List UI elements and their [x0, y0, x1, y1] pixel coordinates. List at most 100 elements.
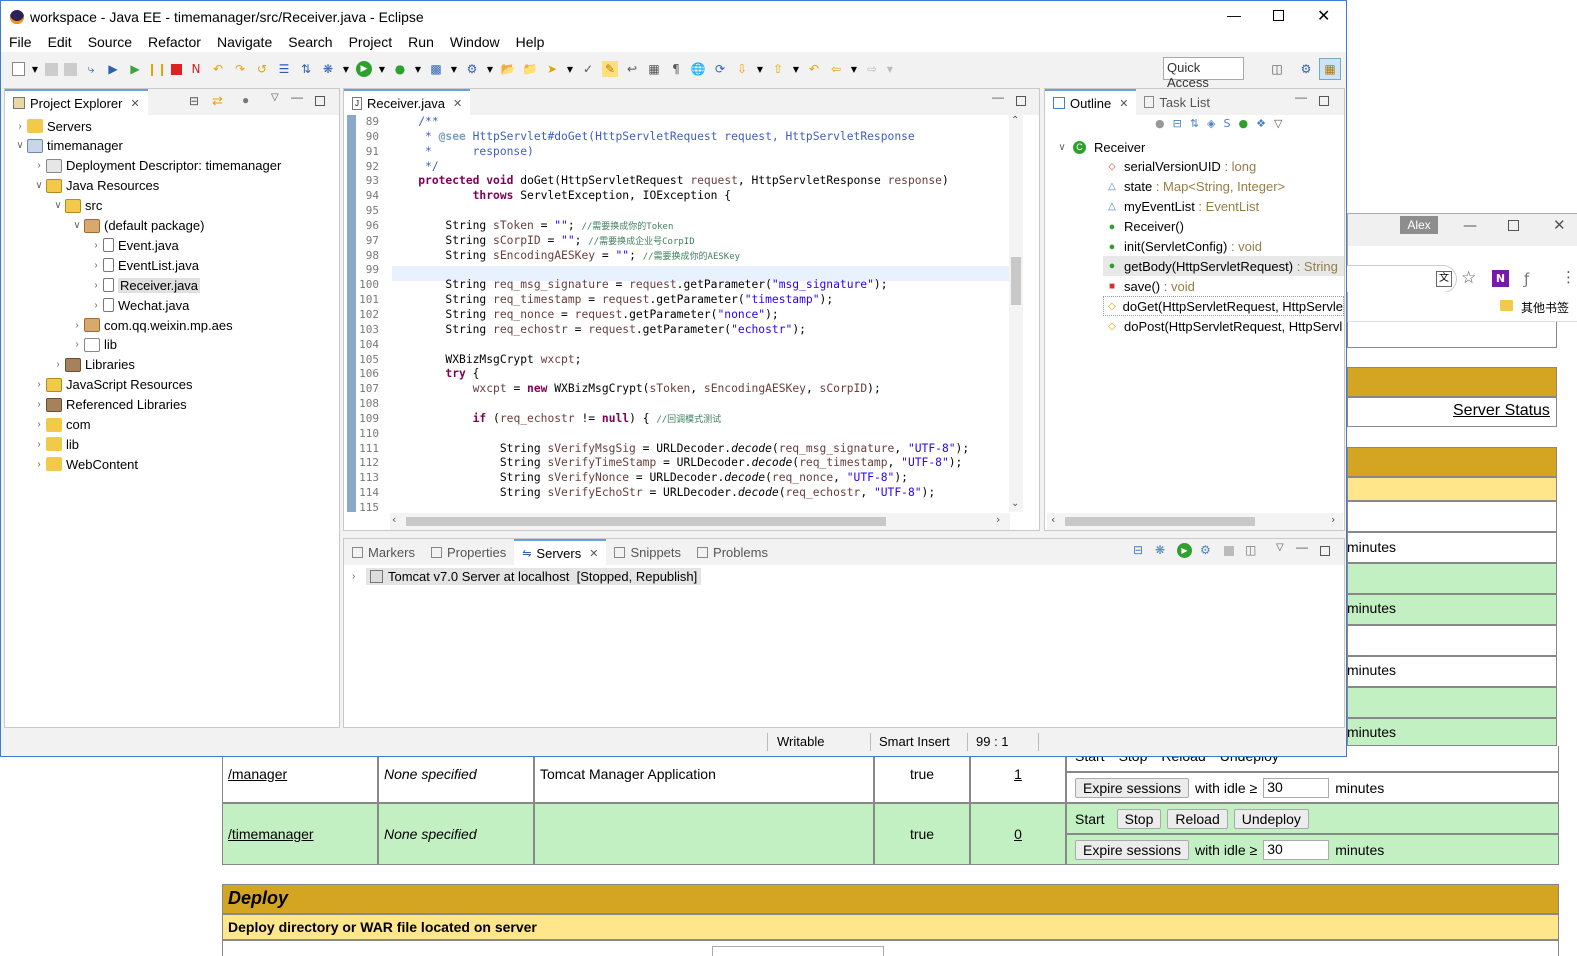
close-icon[interactable]: ✕	[589, 547, 598, 560]
minimize-icon[interactable]: —	[1295, 90, 1307, 104]
refresh-icon[interactable]: ⟳	[712, 61, 728, 77]
onenote-icon[interactable]: N	[1492, 270, 1509, 287]
view-menu-icon[interactable]: ▽	[1274, 117, 1282, 135]
expanded-icon[interactable]: ∨	[13, 140, 27, 151]
tab-outline[interactable]: Outline ✕	[1045, 89, 1137, 115]
minimize-icon[interactable]: —	[1227, 7, 1241, 23]
collapsed-icon[interactable]: ›	[32, 419, 46, 430]
sessions-link[interactable]: 1	[1014, 766, 1022, 782]
tree-item[interactable]: › com	[32, 415, 90, 435]
tree-item[interactable]: › Wechat.java	[89, 295, 189, 315]
dropdown-icon[interactable]: ▼	[886, 61, 894, 77]
scroll-up-icon[interactable]: ⌃	[1011, 115, 1019, 126]
minimize-icon[interactable]: —	[1463, 218, 1477, 234]
run-external-icon[interactable]: ●	[392, 61, 408, 77]
close-icon[interactable]: ✕	[1119, 97, 1128, 110]
idle-input[interactable]: 30	[1263, 777, 1330, 798]
debug-server-icon[interactable]: ❋	[1155, 543, 1165, 557]
debug-perspective-icon[interactable]: ⚙	[1298, 61, 1314, 77]
tree-item[interactable]: › Event.java	[89, 235, 178, 255]
dropdown-icon[interactable]: ▼	[792, 61, 800, 77]
server-item[interactable]: Tomcat v7.0 Server at localhost [Stopped…	[366, 568, 702, 585]
scroll-down-icon[interactable]: ⌄	[1011, 498, 1019, 509]
scroll-left-icon[interactable]: ‹	[1051, 513, 1055, 526]
outline-item[interactable]: ● init(ServletConfig) : void	[1103, 237, 1262, 257]
menu-search[interactable]: Search	[280, 32, 340, 52]
outline-item[interactable]: ◇ doGet(HttpServletRequest, HttpServle	[1103, 296, 1344, 317]
outline-item[interactable]: ● Receiver()	[1103, 217, 1184, 237]
hide-static-icon[interactable]: S	[1224, 117, 1231, 135]
collapse-all-icon[interactable]: ⊟	[189, 94, 199, 108]
tree-item[interactable]: › lib	[70, 335, 117, 355]
servers-icon[interactable]: ☰	[276, 61, 292, 77]
expanded-icon[interactable]: ∨	[32, 180, 46, 191]
menu-project[interactable]: Project	[341, 32, 401, 52]
tree-item[interactable]: › lib	[32, 434, 79, 454]
scroll-thumb[interactable]	[1065, 517, 1255, 526]
tab-project-explorer[interactable]: Project Explorer ✕	[5, 89, 148, 115]
maximize-icon[interactable]	[1319, 96, 1329, 106]
block-select-icon[interactable]: ▦	[646, 61, 662, 77]
menu-edit[interactable]: Edit	[40, 32, 80, 52]
tab-snippets[interactable]: Snippets	[606, 539, 689, 565]
dropdown-icon[interactable]: ▼	[342, 61, 350, 77]
menu-run[interactable]: Run	[400, 32, 442, 52]
suspend-icon[interactable]: ❙❙	[147, 61, 167, 77]
horizontal-scrollbar[interactable]: ‹ ›	[1047, 513, 1343, 530]
outline-item[interactable]: ■ save() : void	[1103, 276, 1195, 296]
show-whitespace-icon[interactable]: ¶	[668, 61, 684, 77]
deploy-input[interactable]	[712, 946, 884, 956]
scroll-right-icon[interactable]: ›	[996, 513, 1000, 526]
star-icon[interactable]: ☆	[1461, 268, 1476, 288]
expire-sessions-button[interactable]: Expire sessions	[1075, 839, 1190, 860]
new-class-icon[interactable]: ⚙	[464, 61, 480, 77]
start-button[interactable]: Start	[1075, 811, 1105, 827]
resume-icon[interactable]: ▶	[127, 61, 143, 77]
javaee-perspective-icon[interactable]: ▦	[1319, 58, 1341, 80]
annotation-icon[interactable]: ✓	[580, 61, 596, 77]
focus-icon[interactable]: ●	[1155, 117, 1165, 135]
collapsed-icon[interactable]: ›	[51, 359, 65, 370]
dropdown-icon[interactable]: ▼	[486, 61, 494, 77]
tree-item[interactable]: › Servers	[13, 116, 91, 136]
open-perspective-icon[interactable]: ◫	[1269, 61, 1285, 77]
publish-icon[interactable]: ⇅	[298, 61, 314, 77]
run-icon[interactable]: ▶	[356, 61, 372, 77]
tree-item[interactable]: › JavaScript Resources	[32, 375, 192, 395]
menu-help[interactable]: Help	[508, 32, 553, 52]
sort-icon[interactable]: ⇅	[1190, 117, 1199, 135]
open-type-icon[interactable]: 📂	[500, 61, 516, 77]
collapsed-icon[interactable]: ›	[70, 320, 84, 331]
minimize-icon[interactable]: —	[291, 90, 303, 104]
menu-file[interactable]: File	[1, 32, 40, 52]
outline-item[interactable]: ● getBody(HttpServletRequest) : String	[1103, 256, 1344, 277]
publish-server-icon[interactable]: ◫	[1245, 543, 1256, 557]
dropdown-icon[interactable]: ▼	[414, 61, 422, 77]
globe-icon[interactable]: 🌐	[690, 61, 706, 77]
maximize-icon[interactable]	[1508, 220, 1519, 231]
outline-item[interactable]: ◇ serialVersionUID : long	[1103, 157, 1257, 177]
scroll-thumb[interactable]	[1011, 257, 1021, 305]
view-menu-icon[interactable]: ▽	[271, 92, 279, 103]
word-wrap-icon[interactable]: ↩	[624, 61, 640, 77]
tab-receiver-java[interactable]: J Receiver.java ✕	[344, 89, 471, 115]
sessions-link[interactable]: 0	[1014, 826, 1022, 842]
step-over-icon[interactable]: ↷	[232, 61, 248, 77]
collapsed-icon[interactable]: ›	[13, 121, 27, 132]
scroll-thumb[interactable]	[406, 517, 886, 526]
collapsed-icon[interactable]: ›	[89, 300, 103, 311]
horizontal-scrollbar[interactable]: ‹ ›	[390, 513, 1010, 530]
server-status-link[interactable]: Server Status	[1453, 402, 1550, 420]
dropdown-icon[interactable]: ▼	[566, 61, 574, 77]
reload-button[interactable]: Reload	[1167, 808, 1228, 829]
filters-icon[interactable]: ●	[242, 93, 249, 107]
idle-input[interactable]: 30	[1263, 839, 1330, 860]
other-bookmarks[interactable]: 其他书签	[1521, 299, 1569, 316]
expand-icon[interactable]: ›	[352, 571, 366, 582]
search-icon[interactable]: ➤	[544, 61, 560, 77]
menu-window[interactable]: Window	[442, 32, 508, 52]
collapsed-icon[interactable]: ›	[32, 160, 46, 171]
close-icon[interactable]: ✕	[130, 97, 139, 110]
save-all-icon[interactable]	[64, 62, 77, 76]
outline-item[interactable]: △ state : Map<String, Integer>	[1103, 177, 1285, 197]
